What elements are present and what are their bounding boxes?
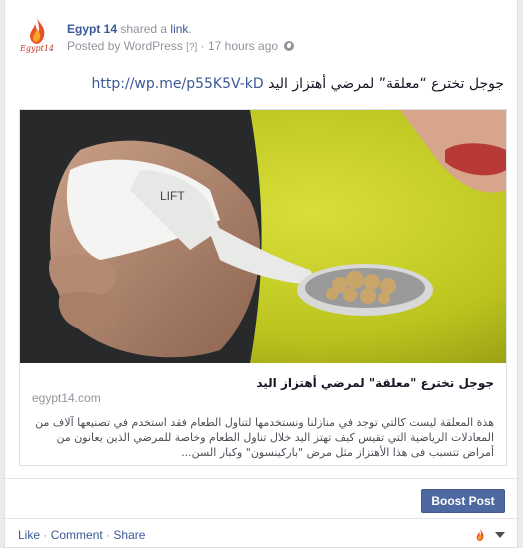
- avatar-label: Egypt14: [20, 44, 54, 53]
- help-link[interactable]: [?]: [186, 42, 197, 53]
- post-header: Egypt14 Egypt 14 shared a link. Posted b…: [17, 16, 505, 66]
- posted-by-line: Posted by WordPress [?] · 17 hours ago: [67, 39, 295, 53]
- posted-by: Posted by WordPress: [67, 39, 183, 53]
- comment-link[interactable]: Comment: [51, 528, 103, 542]
- preview-domain: egypt14.com: [32, 391, 101, 405]
- action-text: shared a: [120, 22, 168, 36]
- dropdown-caret-icon[interactable]: [495, 532, 505, 538]
- action-links: Like · Comment · Share: [18, 528, 145, 542]
- preview-image[interactable]: LIFT: [20, 110, 506, 363]
- share-link[interactable]: Share: [113, 528, 145, 542]
- svg-text:LIFT: LIFT: [160, 189, 185, 203]
- preview-title[interactable]: جوجل تخترع "معلقة" لمرضي أهتزاز اليد: [256, 376, 494, 390]
- post-meta: Egypt 14 shared a link. Posted by WordPr…: [67, 22, 295, 53]
- like-link[interactable]: Like: [18, 528, 40, 542]
- egypt14-logo-icon: [30, 18, 45, 44]
- avatar[interactable]: Egypt14: [17, 16, 57, 56]
- post-message: جوجل تخترع “معلقة” لمرضي أهتزاز اليد htt…: [92, 76, 504, 92]
- separator: ·: [200, 39, 205, 53]
- timestamp[interactable]: 17 hours ago: [208, 39, 278, 53]
- post-message-link[interactable]: http://wp.me/p55K5V-kD: [92, 76, 264, 92]
- action-link[interactable]: link: [170, 22, 188, 36]
- globe-icon[interactable]: [284, 41, 295, 51]
- shared-link-preview[interactable]: LIFT جوجل تخترع "معلقة" لمرضي أهتزاز الي…: [19, 109, 507, 466]
- egypt14-mini-logo-icon: [476, 528, 484, 542]
- post-message-text: جوجل تخترع “معلقة” لمرضي أهتزاز اليد: [268, 76, 504, 92]
- author-name[interactable]: Egypt 14: [67, 22, 117, 36]
- author-line: Egypt 14 shared a link.: [67, 22, 294, 36]
- preview-description: هذة المعلقة ليست كالتي توجد في منازلنا و…: [35, 416, 494, 459]
- actor-selector[interactable]: [473, 528, 505, 542]
- dot-separator: ·: [43, 528, 48, 542]
- spoon-photo: LIFT: [20, 110, 506, 363]
- action-bar: Like · Comment · Share: [5, 518, 517, 548]
- dot-separator: ·: [106, 528, 111, 542]
- action-period: .: [188, 22, 192, 36]
- post-card: Egypt14 Egypt 14 shared a link. Posted b…: [4, 0, 518, 548]
- boost-row: Boost Post: [5, 478, 517, 518]
- boost-post-button[interactable]: Boost Post: [421, 489, 505, 513]
